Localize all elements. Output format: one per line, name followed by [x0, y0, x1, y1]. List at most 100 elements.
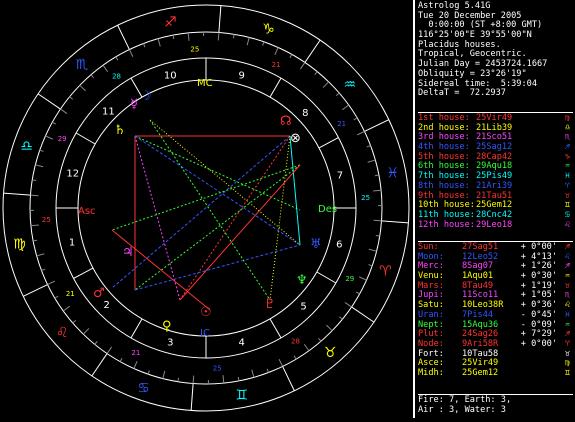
element-summary: Fire: 7, Earth: 3, Air : 3, Water: 3	[418, 393, 573, 415]
zodiac-sign-icon: ♌	[56, 325, 69, 341]
cusp-degree-label: 21	[131, 349, 140, 357]
planet-markers: ♄ ☽ ☿ ♃ ♂ ♅ ♆ ♇ ♀ ☊ ⊗ ☉	[93, 89, 322, 334]
house-label: 12th house:	[418, 221, 476, 231]
zodiac-sign-icon: ♒	[344, 77, 357, 93]
degree-tick	[48, 281, 55, 284]
sign-divider	[92, 354, 107, 376]
house-number: 4	[239, 337, 245, 348]
node-icon: ☊	[280, 114, 292, 129]
degree-tick	[357, 131, 364, 134]
zodiac-sign-icon: ♈	[379, 263, 392, 279]
degree-tick	[52, 122, 55, 124]
cusp-degree-label: 25	[190, 45, 199, 53]
degree-tick	[304, 344, 309, 350]
degree-tick	[368, 160, 376, 162]
degree-tick	[375, 175, 379, 176]
degree-tick	[83, 328, 89, 334]
planet-row: Midh:25Gem12♊	[418, 369, 573, 379]
degree-tick	[95, 341, 98, 344]
degree-tick	[374, 220, 382, 221]
house-number: 8	[302, 108, 308, 119]
degree-tick	[129, 50, 132, 57]
house-cusp-line	[76, 133, 95, 144]
sign-icon: ♌	[521, 221, 573, 231]
sign-divider	[352, 307, 374, 322]
sign-divider	[305, 40, 320, 62]
mc-label: MC	[197, 78, 213, 89]
degree-tick	[247, 37, 249, 45]
degree-tick	[354, 118, 357, 120]
aspect-line	[135, 136, 300, 245]
sign-divider	[382, 221, 409, 223]
degree-tick	[369, 249, 377, 251]
aspect-lines	[112, 120, 300, 310]
degree-tick	[32, 180, 36, 181]
degree-tick	[120, 358, 122, 361]
cusp-degree-label: 25	[213, 365, 222, 373]
degree-tick	[263, 42, 264, 46]
cusp-degree-label: 21	[272, 61, 281, 69]
degree-tick	[33, 240, 37, 241]
degree-tick	[342, 105, 348, 110]
degree-tick	[178, 378, 179, 382]
degree-tick	[193, 376, 194, 384]
planet-aspect	[507, 350, 557, 360]
zodiac-sign-icon: ♋	[137, 380, 150, 396]
house-cusp-list: 1st house:25Vir49♍2nd house:21Lib39♎3rd …	[418, 111, 573, 230]
degree-tick	[70, 97, 73, 100]
cusp-degree-label: 29	[58, 135, 67, 143]
sign-divider	[219, 6, 221, 33]
degree-tick	[188, 33, 189, 41]
degree-tick	[279, 359, 282, 366]
degree-tick	[376, 235, 380, 236]
degree-tick	[37, 254, 45, 256]
degree-tick	[173, 35, 174, 39]
pluto-icon: ♇	[264, 297, 276, 312]
house-number: 3	[167, 337, 173, 348]
aspect-line	[112, 230, 210, 310]
mars-icon: ♂	[93, 286, 105, 301]
house-row: 12th house:29Leo18♌	[418, 221, 573, 231]
house-cusp-line	[131, 319, 142, 338]
degree-tick	[267, 369, 268, 373]
cusp-degree-label: 28	[291, 338, 300, 346]
cusp-degree-label: 25	[361, 194, 370, 202]
planet-name: Midh:	[418, 369, 462, 379]
degree-tick	[63, 306, 69, 311]
degree-tick	[368, 265, 372, 266]
degree-tick	[60, 109, 67, 113]
zodiac-sign-icon: ♏	[76, 57, 89, 73]
panel-divider	[413, 0, 415, 418]
degree-tick	[41, 269, 45, 270]
cusp-degree-label: 21	[66, 290, 75, 298]
house-cusp-line	[270, 319, 281, 338]
degree-tick	[233, 34, 234, 38]
desc-label: Des	[318, 204, 337, 215]
aspect-line	[112, 136, 290, 288]
aspect-line	[135, 136, 300, 210]
zodiac-sign-icon: ♍	[13, 237, 26, 253]
chart-wheel-panel: ♈♉♊♋♌♍♎♏♐♑♒♓ 251212213254285296257218219…	[0, 0, 413, 418]
degree-tick	[30, 195, 38, 196]
asc-label: Asc	[78, 206, 96, 217]
degree-tick	[158, 39, 160, 47]
degree-tick	[31, 225, 39, 226]
sign-icon: ♊	[557, 369, 573, 379]
sign-divider	[23, 285, 47, 297]
fortune-icon: ⊗	[290, 131, 301, 146]
degree-tick	[218, 32, 219, 40]
house-number: 6	[336, 240, 342, 251]
degree-tick	[223, 375, 224, 383]
planet-aspect	[507, 369, 557, 379]
house-cusp-line	[317, 272, 336, 283]
degree-tick	[318, 338, 321, 341]
ic-label: IC	[200, 328, 210, 339]
chart-header: Astrolog 5.41GTue 20 December 2005 0:00:…	[418, 2, 573, 99]
degree-tick	[116, 57, 118, 60]
degree-tick	[359, 277, 366, 280]
house-number: 12	[66, 168, 79, 179]
house-number: 9	[239, 71, 245, 82]
degree-tick	[107, 347, 111, 354]
house-number: 10	[164, 71, 177, 82]
aspect-line	[135, 245, 300, 290]
